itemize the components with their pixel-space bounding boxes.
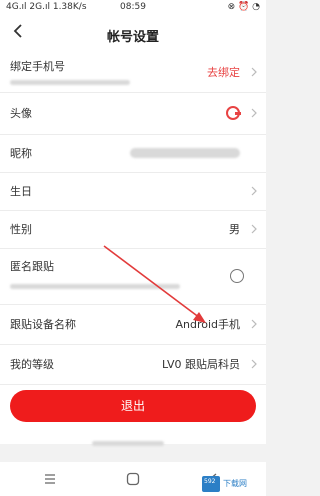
- anonymous-label: 匿名跟贴: [10, 260, 54, 273]
- logout-tip-blurred: [92, 441, 164, 446]
- status-icons: ⊗ ⏰ ◔: [227, 2, 260, 12]
- row-nickname[interactable]: 昵称: [0, 134, 266, 173]
- row-birthday[interactable]: 生日: [0, 172, 266, 211]
- row-anonymous[interactable]: 匿名跟贴: [0, 248, 266, 305]
- watermark-badge: 592: [202, 476, 220, 492]
- avatar[interactable]: [226, 106, 241, 120]
- clock: 08:59: [120, 2, 146, 12]
- row-phone[interactable]: 绑定手机号 去绑定: [0, 52, 266, 93]
- chevron-right-icon: [251, 224, 257, 234]
- system-nav-bar: 592 下载网: [0, 462, 266, 496]
- page-title: 帐号设置: [106, 30, 159, 45]
- birthday-label: 生日: [10, 185, 32, 198]
- menu-icon[interactable]: [42, 471, 58, 487]
- row-avatar[interactable]: 头像: [0, 92, 266, 135]
- row-level[interactable]: 我的等级 LV0 跟贴局科员: [0, 344, 266, 385]
- watermark-logo: 592 下载网: [202, 475, 262, 493]
- anonymous-hint-blurred: [10, 284, 180, 289]
- chevron-right-icon: [251, 186, 257, 196]
- level-value: LV0 跟贴局科员: [162, 358, 240, 371]
- status-bar: 4G.ıl 2G.ıl 1.38K/s 08:59 ⊗ ⏰ ◔: [0, 0, 266, 14]
- gender-label: 性别: [10, 223, 32, 236]
- logout-button[interactable]: 退出: [10, 390, 256, 422]
- chevron-right-icon: [251, 359, 257, 369]
- settings-list: 绑定手机号 去绑定 头像 昵称 生日 性别 男 匿名跟贴 跟贴设备名称 Andr…: [0, 52, 266, 444]
- home-icon[interactable]: [125, 471, 141, 487]
- chevron-right-icon: [251, 319, 257, 329]
- nickname-label: 昵称: [10, 147, 32, 160]
- gender-value: 男: [229, 223, 240, 236]
- phone-label: 绑定手机号: [10, 60, 65, 73]
- row-device-name[interactable]: 跟贴设备名称 Android手机: [0, 304, 266, 345]
- anonymous-toggle[interactable]: [230, 269, 244, 283]
- device-name-value: Android手机: [175, 318, 240, 331]
- row-gender[interactable]: 性别 男: [0, 210, 266, 249]
- watermark-text: 下载网: [223, 479, 247, 488]
- chevron-right-icon: [251, 67, 257, 77]
- nickname-value-blurred: [130, 148, 240, 158]
- level-label: 我的等级: [10, 358, 54, 371]
- bind-phone-link[interactable]: 去绑定: [207, 64, 240, 80]
- avatar-label: 头像: [10, 107, 32, 120]
- device-name-label: 跟贴设备名称: [10, 318, 76, 331]
- phone-hint-blurred: [10, 80, 130, 85]
- page-header: 帐号设置: [0, 14, 266, 52]
- chevron-right-icon: [251, 108, 257, 118]
